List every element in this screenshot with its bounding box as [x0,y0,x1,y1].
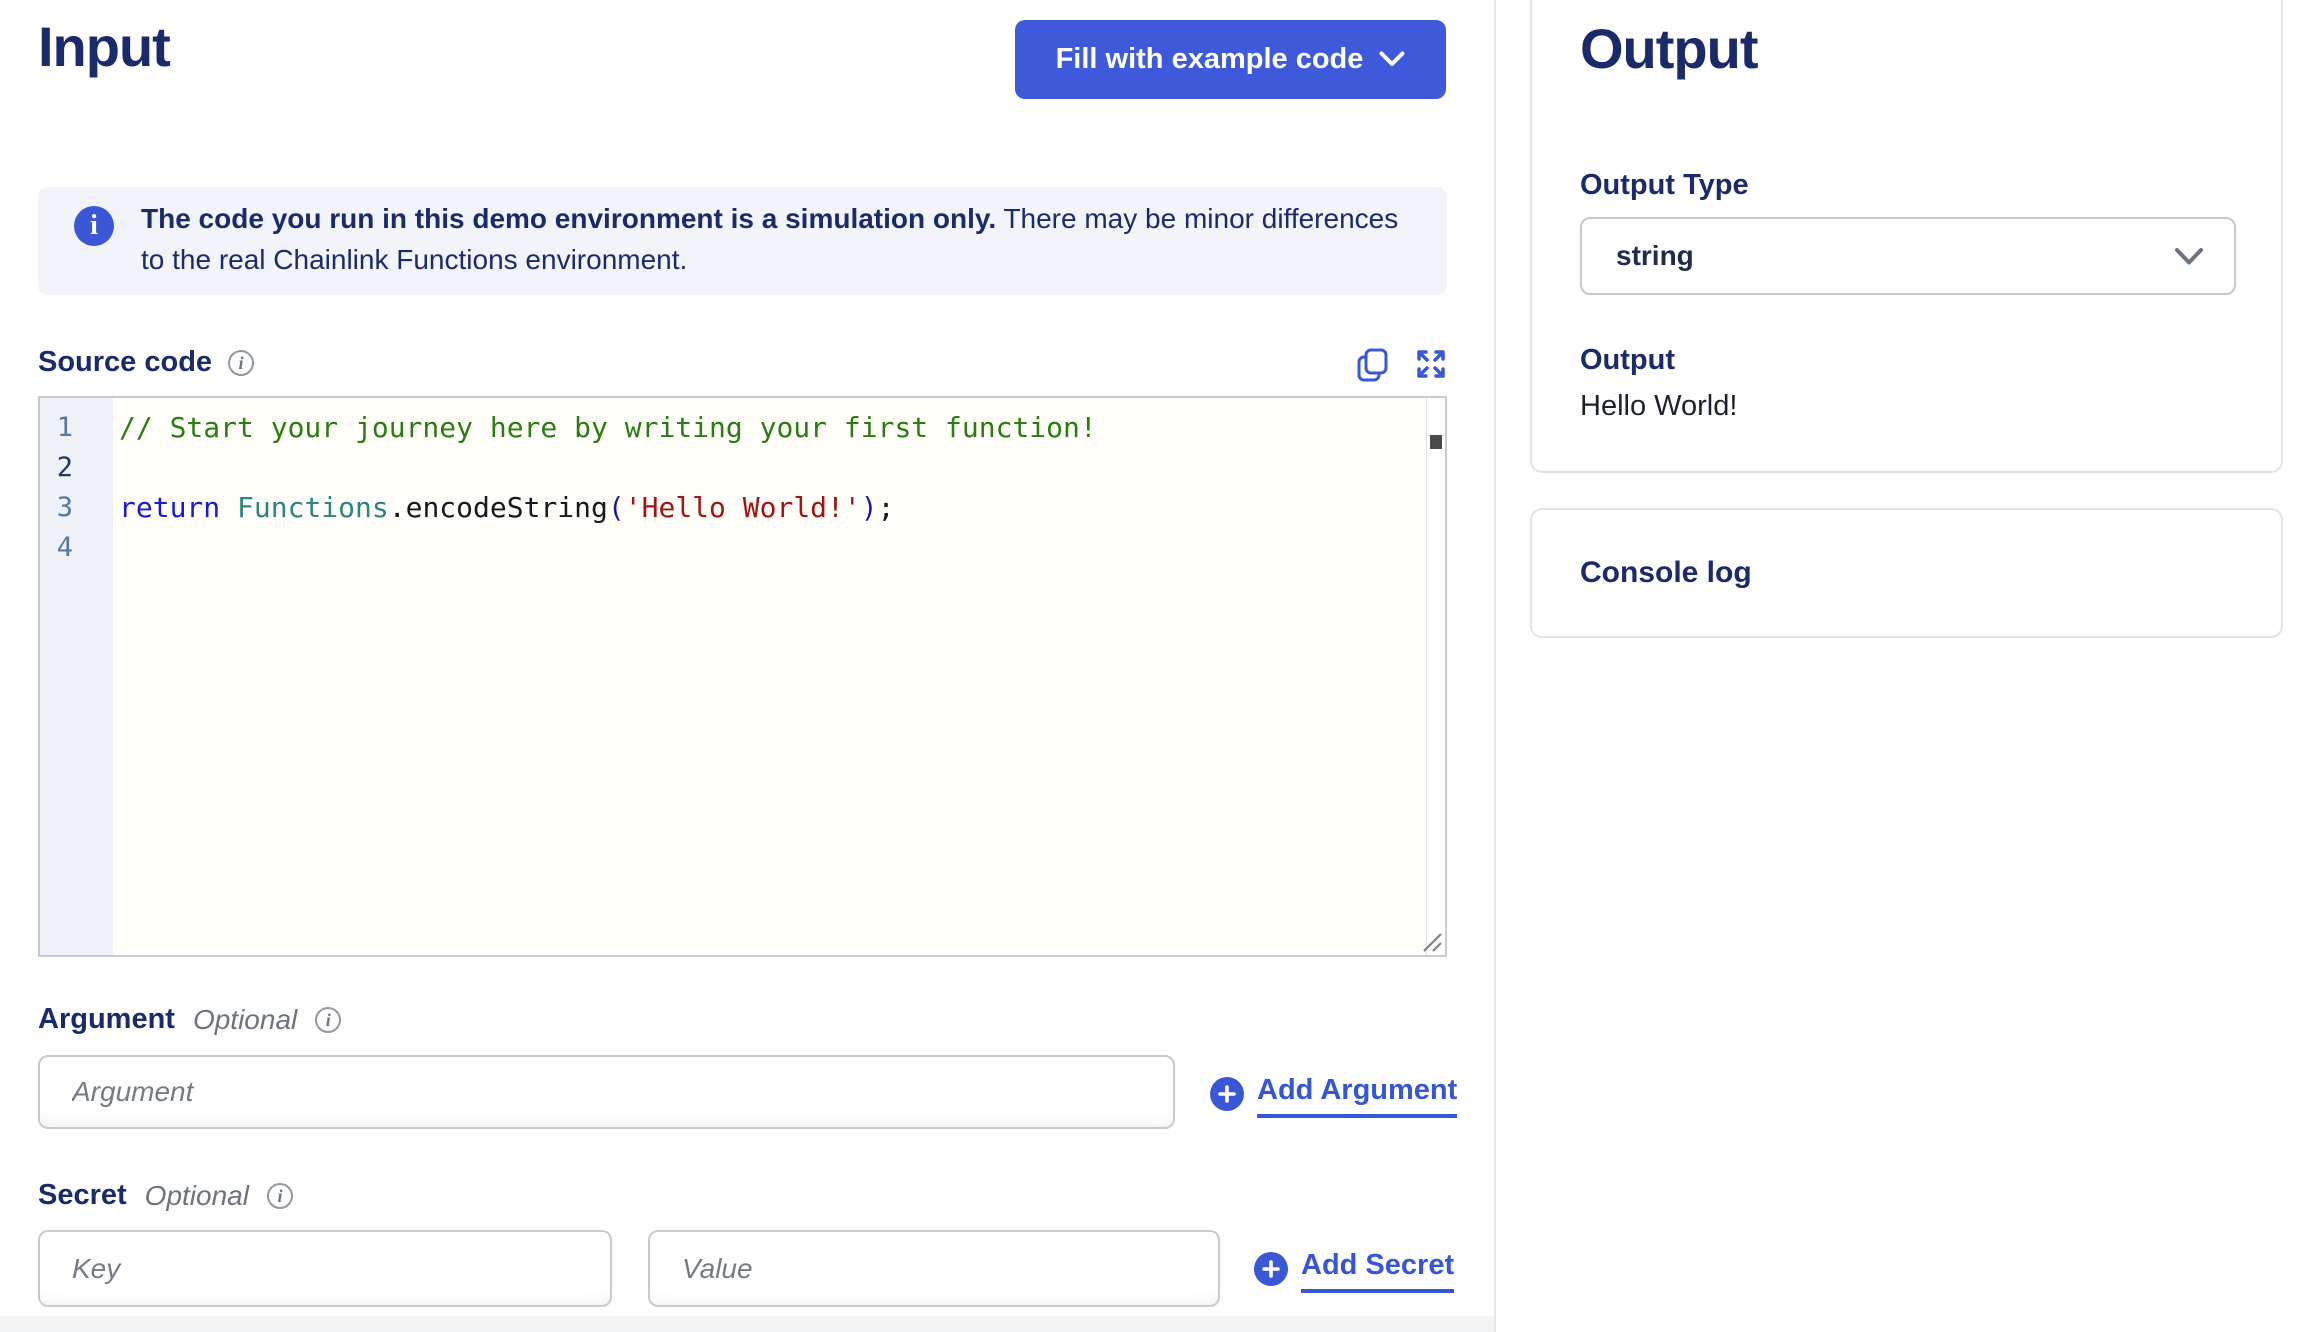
banner-text: The code you run in this demo environmen… [141,198,1416,280]
add-secret-button[interactable]: Add Secret [1301,1249,1455,1293]
source-code-editor[interactable]: 1 2 3 4 // Start your journey here by writi… [38,396,1447,957]
code-line: return Functions.encodeString('Hello Wor… [119,488,1445,528]
editor-scrollbar-thumb[interactable] [1430,435,1442,449]
code-token-plain: .encodeString [388,491,608,524]
output-type-label: Output Type [1580,169,1749,201]
info-tooltip-icon[interactable]: i [266,1182,293,1209]
editor-toolbar [1356,347,1448,383]
code-line: // Start your journey here by writing yo… [119,408,1445,448]
plus-circle-icon[interactable] [1210,1077,1244,1111]
code-token-plain: ; [877,491,895,524]
argument-header: Argument Optional i [38,1003,342,1036]
fill-button-label: Fill with example code [1055,43,1364,75]
fill-with-example-code-button[interactable]: Fill with example code [1015,20,1446,99]
plus-icon [1262,1260,1280,1278]
code-token-bracket: ) [860,491,878,524]
plus-icon [1218,1085,1236,1103]
code-token-variable: Functions [237,491,389,524]
console-log-card: Console log [1530,508,2283,638]
secret-header: Secret Optional i [38,1179,293,1212]
input-panel-title: Input [38,15,171,78]
output-type-value: string [1616,240,1694,271]
add-argument-button[interactable]: Add Argument [1257,1074,1458,1118]
console-log-label: Console log [1580,556,1752,589]
line-numbers: 1 2 3 4 [40,398,113,955]
output-panel-title: Output [1580,17,1758,80]
info-icon: i [74,206,114,246]
output-result-value: Hello World! [1580,390,1738,422]
secret-optional-label: Optional [144,1179,249,1211]
source-code-header: Source code i [38,346,255,379]
argument-optional-label: Optional [192,1003,298,1035]
line-number: 1 [56,412,73,443]
output-card: Output Output Type string Output Hello W… [1530,0,2283,473]
chevron-down-icon [2175,247,2203,264]
output-result-label: Output [1580,344,1676,376]
chainlink-functions-playground: { "input": { "title": "Input", "fill_exa… [0,0,2324,1332]
argument-label: Argument [38,1003,175,1035]
line-number: 3 [56,492,73,523]
line-number: 4 [56,532,73,563]
plus-circle-icon[interactable] [1254,1252,1288,1286]
code-token-string: 'Hello World!' [624,491,861,524]
info-tooltip-icon[interactable]: i [315,1006,342,1033]
source-code-label: Source code [38,346,213,378]
code-token-keyword: return [119,491,221,524]
secret-key-input[interactable] [38,1230,612,1307]
code-lines[interactable]: // Start your journey here by writing yo… [113,398,1445,955]
code-token-comment: // Start your journey here by writing yo… [119,411,1097,444]
output-type-select[interactable]: string [1580,217,2236,295]
code-token-bracket: ( [607,491,625,524]
chevron-down-icon [1379,51,1405,66]
secret-label: Secret [38,1179,127,1211]
copy-icon[interactable] [1356,347,1388,383]
info-tooltip-icon[interactable]: i [228,349,255,376]
banner-bold-text: The code you run in this demo environmen… [141,203,997,234]
secret-value-input[interactable] [648,1230,1220,1307]
bottom-bar-edge [0,1316,1494,1332]
expand-icon[interactable] [1414,347,1448,381]
simulation-notice-banner: i The code you run in this demo environm… [38,187,1447,295]
resize-handle-icon[interactable] [1421,931,1443,953]
argument-input[interactable] [38,1055,1175,1129]
editor-scrollbar[interactable] [1426,398,1445,955]
panel-divider [1494,0,1496,1332]
line-number: 2 [56,452,73,483]
